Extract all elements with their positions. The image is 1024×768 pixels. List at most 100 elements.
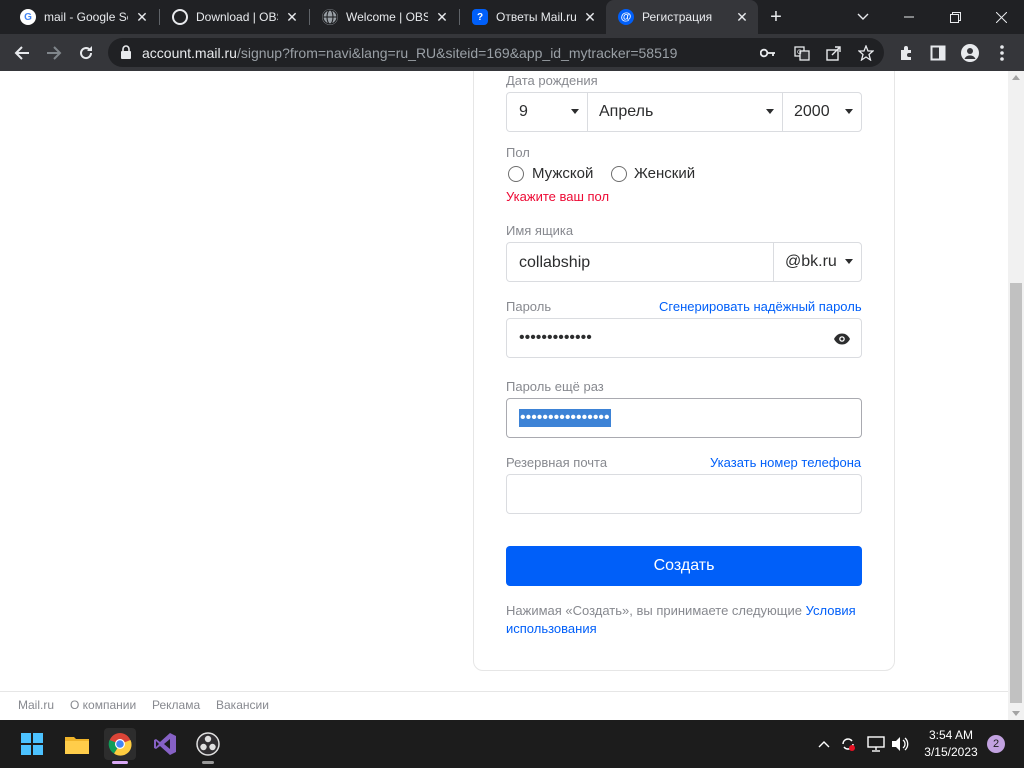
restore-icon[interactable] <box>932 0 978 34</box>
password-repeat-field[interactable]: •••••••••••••••• <box>506 398 862 438</box>
mailbox-input[interactable]: collabship <box>519 254 590 272</box>
extensions-icon[interactable] <box>892 39 920 67</box>
tray-overflow-icon[interactable] <box>814 734 834 754</box>
birth-day-select[interactable]: 9 <box>507 93 587 131</box>
side-panel-icon[interactable] <box>924 39 952 67</box>
address-bar[interactable]: account.mail.ru/signup?from=navi&lang=ru… <box>108 38 884 67</box>
footer-link-about[interactable]: О компании <box>70 698 136 712</box>
tab-obs-download[interactable]: Download | OBS ✕ <box>160 0 308 34</box>
close-icon[interactable]: ✕ <box>582 9 598 25</box>
mailbox-group: collabship @bk.ru <box>506 242 862 282</box>
visual-studio-icon[interactable] <box>149 728 181 760</box>
birth-month-select[interactable]: Апрель <box>588 93 782 131</box>
url-text: account.mail.ru/signup?from=navi&lang=ru… <box>142 45 678 61</box>
footer-link-ads[interactable]: Реклама <box>152 698 200 712</box>
windows-taskbar: 3:54 AM 3/15/2023 2 <box>0 720 1024 768</box>
backup-email-input[interactable] <box>506 474 862 514</box>
tab-title: mail - Google Se <box>44 10 128 24</box>
globe-icon <box>322 9 338 25</box>
page-content: Дата рождения 9 Апрель 2000 Пол Мужской … <box>0 71 1008 720</box>
chevron-down-icon <box>571 109 579 114</box>
forward-icon[interactable] <box>40 39 68 67</box>
new-tab-icon[interactable]: + <box>766 7 786 27</box>
profile-icon[interactable] <box>956 39 984 67</box>
birth-year-select[interactable]: 2000 <box>783 93 861 131</box>
close-icon[interactable]: ✕ <box>134 9 150 25</box>
file-explorer-icon[interactable] <box>61 728 93 760</box>
running-indicator <box>202 761 214 764</box>
gender-female-radio[interactable] <box>611 166 627 182</box>
close-icon[interactable]: ✕ <box>734 9 750 25</box>
vertical-scrollbar[interactable] <box>1008 71 1024 720</box>
backup-email-label: Резервная почта <box>506 455 608 470</box>
back-icon[interactable] <box>8 39 36 67</box>
footer-link-jobs[interactable]: Вакансии <box>216 698 269 712</box>
tab-otvety[interactable]: ? Ответы Mail.ru ✕ <box>460 0 606 34</box>
footer-link-mailru[interactable]: Mail.ru <box>18 698 54 712</box>
sync-icon[interactable] <box>838 734 858 754</box>
generate-password-link[interactable]: Сгенерировать надёжный пароль <box>659 299 862 314</box>
birth-day-value: 9 <box>519 103 528 120</box>
tab-google[interactable]: G mail - Google Se ✕ <box>8 0 158 34</box>
mailbox-domain-select[interactable]: @bk.ru <box>774 243 861 281</box>
lock-icon[interactable] <box>120 45 132 64</box>
question-icon: ? <box>472 9 488 25</box>
password-repeat-label: Пароль ещё раз <box>506 379 604 394</box>
network-icon[interactable] <box>866 734 886 754</box>
password-repeat-value: •••••••••••••••• <box>519 409 611 427</box>
menu-icon[interactable] <box>988 39 1016 67</box>
chevron-down-icon <box>845 109 853 114</box>
bookmark-star-icon[interactable] <box>856 43 876 63</box>
share-icon[interactable] <box>824 43 844 63</box>
tab-title: Welcome | OBS <box>346 10 428 24</box>
clock-date: 3/15/2023 <box>924 745 978 759</box>
tab-search-icon[interactable] <box>840 0 886 34</box>
svg-text:G: G <box>797 49 802 56</box>
terms-link-2[interactable]: использования <box>506 621 597 636</box>
browser-toolbar: account.mail.ru/signup?from=navi&lang=ru… <box>0 34 1024 71</box>
system-clock[interactable]: 3:54 AM 3/15/2023 <box>918 727 984 761</box>
notification-badge[interactable]: 2 <box>987 735 1005 753</box>
eye-icon[interactable] <box>833 332 851 350</box>
password-label: Пароль <box>506 299 552 314</box>
gender-male-label[interactable]: Мужской <box>532 165 593 182</box>
terms-text: Нажимая «Создать», вы принимаете следующ… <box>506 603 856 636</box>
obs-studio-icon[interactable] <box>192 728 224 764</box>
create-button[interactable]: Создать <box>506 546 862 586</box>
birth-date-label: Дата рождения <box>506 73 598 88</box>
tab-registration[interactable]: @ Регистрация ✕ <box>606 0 758 34</box>
chevron-down-icon <box>845 259 853 264</box>
mail-at-icon: @ <box>618 9 634 25</box>
volume-icon[interactable] <box>890 734 910 754</box>
reload-icon[interactable] <box>72 39 100 67</box>
birth-month-value: Апрель <box>599 103 654 120</box>
birth-date-group: 9 Апрель 2000 <box>506 92 862 132</box>
gender-error: Укажите ваш пол <box>506 189 610 204</box>
tab-title: Download | OBS <box>196 10 278 24</box>
specify-phone-link[interactable]: Указать номер телефона <box>710 455 861 470</box>
translate-icon[interactable]: G <box>792 43 812 63</box>
scroll-up-icon[interactable] <box>1012 75 1020 80</box>
terms-link[interactable]: Условия <box>806 603 856 618</box>
windows-start-icon[interactable] <box>16 728 48 760</box>
birth-year-value: 2000 <box>794 103 830 120</box>
obs-icon <box>172 9 188 25</box>
close-icon[interactable]: ✕ <box>434 9 450 25</box>
password-value: ••••••••••••• <box>519 329 592 346</box>
gender-female-label[interactable]: Женский <box>634 165 695 182</box>
key-icon[interactable] <box>758 43 778 63</box>
chrome-icon[interactable] <box>104 728 136 764</box>
active-indicator <box>112 761 128 764</box>
tab-title: Регистрация <box>642 10 713 24</box>
footer-divider <box>0 691 1008 692</box>
close-icon[interactable]: ✕ <box>284 9 300 25</box>
scroll-down-icon[interactable] <box>1012 711 1020 716</box>
tab-obs-welcome[interactable]: Welcome | OBS ✕ <box>310 0 458 34</box>
clock-time: 3:54 AM <box>928 728 974 742</box>
window-close-icon[interactable] <box>978 0 1024 34</box>
gender-male-radio[interactable] <box>508 166 524 182</box>
minimize-icon[interactable] <box>886 0 932 34</box>
password-field[interactable]: ••••••••••••• <box>506 318 862 358</box>
google-icon: G <box>20 9 36 25</box>
scroll-thumb[interactable] <box>1010 283 1022 703</box>
